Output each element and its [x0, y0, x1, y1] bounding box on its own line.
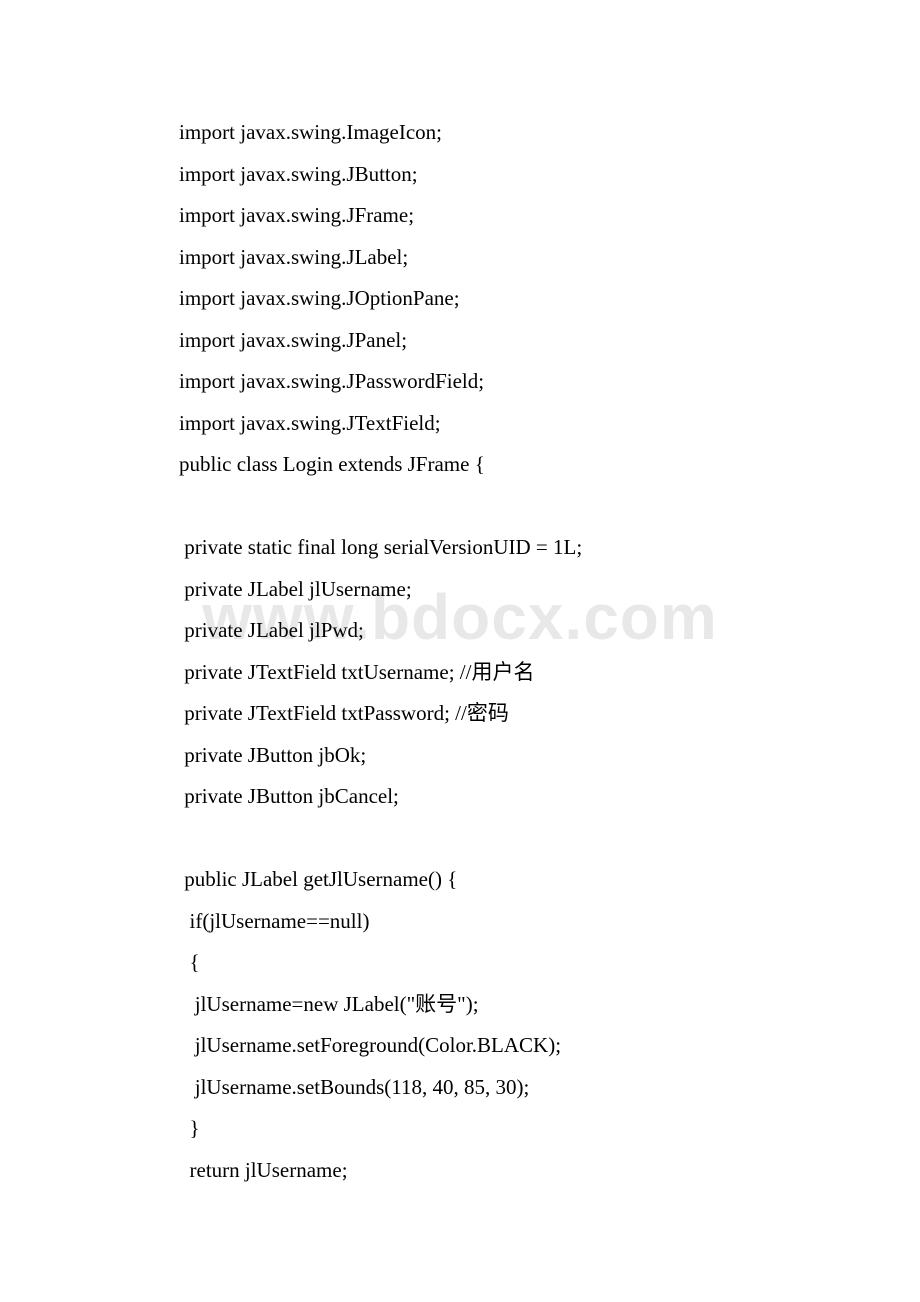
- document-page: www.bdocx.com import javax.swing.ImageIc…: [0, 0, 920, 1302]
- code-block: import javax.swing.ImageIcon; import jav…: [179, 112, 920, 1191]
